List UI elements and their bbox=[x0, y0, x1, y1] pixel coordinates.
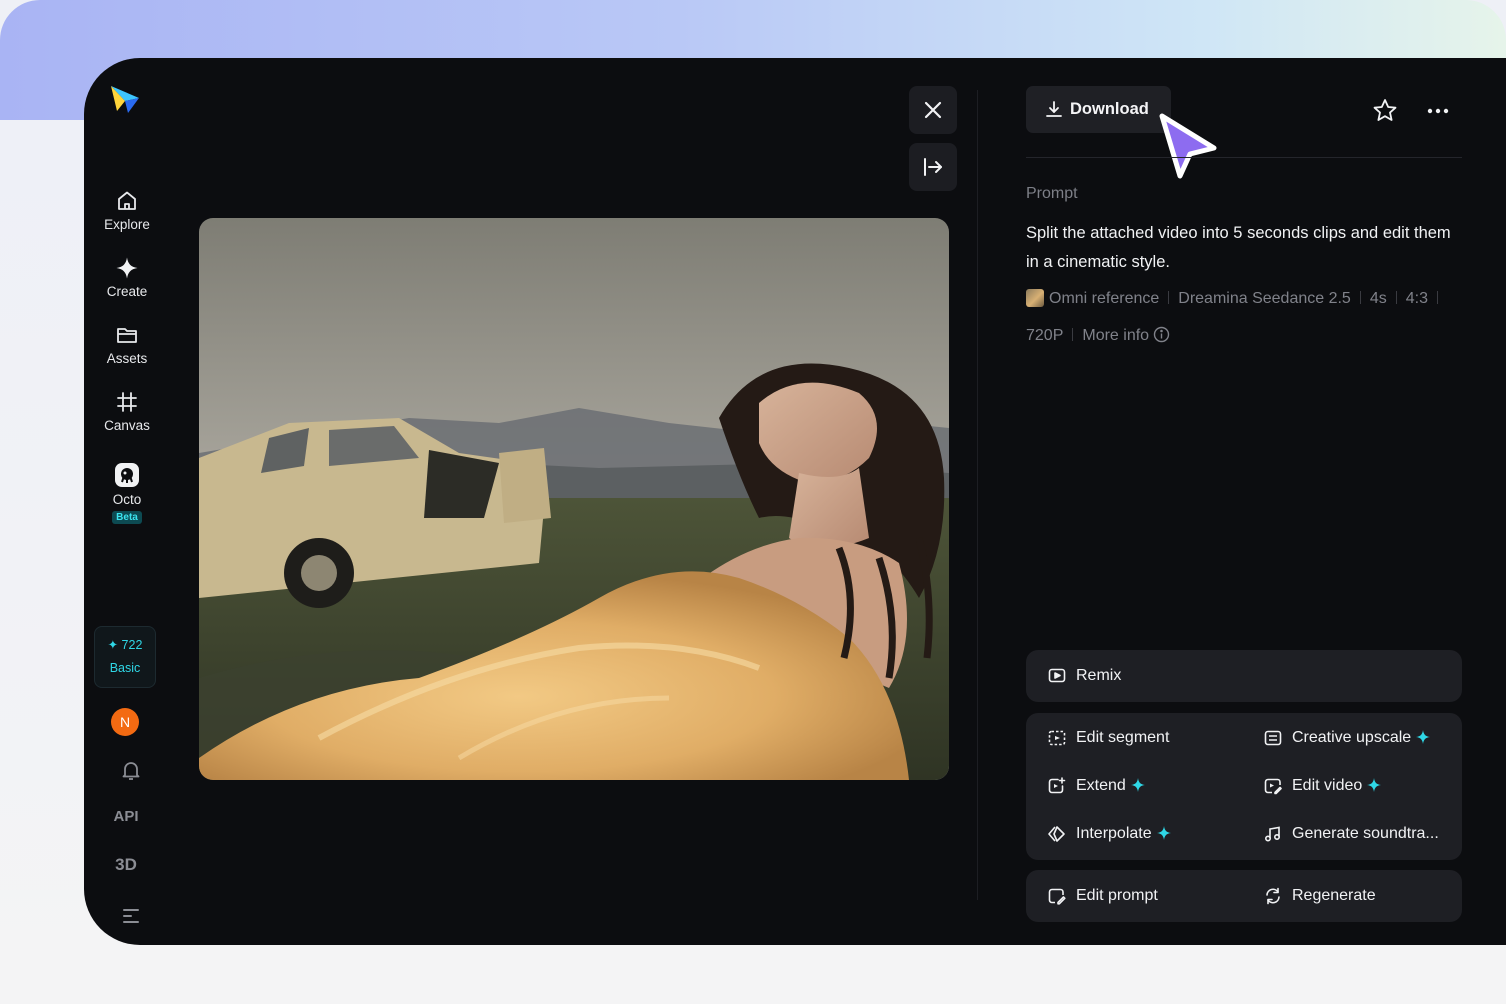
octo-icon bbox=[115, 463, 139, 487]
upscale-hd-icon bbox=[1264, 730, 1282, 746]
menu-icon[interactable] bbox=[113, 903, 149, 927]
download-button[interactable]: Download bbox=[1026, 86, 1171, 133]
download-label: Download bbox=[1070, 100, 1149, 118]
sidebar-item-canvas[interactable]: Canvas bbox=[84, 390, 170, 433]
tools-panel: Edit segment Creative upscale Extend Edi… bbox=[1026, 713, 1462, 860]
beta-badge: Beta bbox=[112, 511, 142, 524]
sidebar-item-create[interactable]: Create bbox=[84, 256, 170, 299]
edit-segment-label: Edit segment bbox=[1076, 729, 1170, 746]
interpolate-icon bbox=[1048, 826, 1065, 842]
creative-upscale-label: Creative upscale bbox=[1292, 728, 1431, 748]
prompt-label: Prompt bbox=[1026, 185, 1078, 202]
edit-prompt-icon bbox=[1048, 888, 1066, 905]
close-icon bbox=[924, 101, 942, 119]
more-info-link[interactable]: More info bbox=[1082, 327, 1149, 344]
sidebar-item-label: Octo bbox=[112, 492, 142, 507]
resolution-label: 720P bbox=[1026, 327, 1064, 344]
favorite-star-icon[interactable] bbox=[1370, 96, 1400, 126]
close-button[interactable] bbox=[909, 86, 957, 134]
avatar[interactable]: N bbox=[111, 708, 139, 736]
credits-badge[interactable]: ✦ 722 Basic bbox=[94, 626, 156, 688]
sparkle-icon bbox=[116, 257, 138, 279]
api-link[interactable]: API bbox=[108, 808, 144, 825]
remix-icon bbox=[1048, 668, 1066, 683]
reference-label: Omni reference bbox=[1049, 290, 1160, 307]
extend-icon bbox=[1048, 777, 1066, 794]
plan-label: Basic bbox=[109, 661, 141, 675]
premium-sparkle-icon bbox=[1367, 778, 1382, 792]
sidebar: Explore Create Assets Canvas Octo Beta ✦… bbox=[84, 58, 170, 945]
reference-thumbnail bbox=[1026, 289, 1044, 307]
panel-divider bbox=[977, 90, 978, 900]
credit-sparkle-icon: ✦ bbox=[107, 638, 119, 652]
duration-label: 4s bbox=[1369, 290, 1387, 307]
generation-meta-row: Omni reference Dreamina Seedance 2.5 4s 4:3 bbox=[1026, 289, 1447, 309]
folder-icon bbox=[117, 328, 137, 343]
prompt-actions-panel: Edit prompt Regenerate bbox=[1026, 870, 1462, 922]
app-window: Explore Create Assets Canvas Octo Beta ✦… bbox=[84, 58, 1506, 945]
sidebar-item-explore[interactable]: Explore bbox=[84, 189, 170, 232]
sidebar-item-label: Canvas bbox=[104, 418, 150, 433]
extend-label: Extend bbox=[1076, 776, 1145, 796]
remix-label: Remix bbox=[1076, 667, 1122, 684]
regenerate-label: Regenerate bbox=[1292, 887, 1376, 904]
more-options-icon[interactable] bbox=[1422, 96, 1454, 126]
premium-sparkle-icon bbox=[1156, 826, 1171, 840]
mouse-cursor-icon bbox=[1159, 113, 1217, 179]
bell-icon[interactable] bbox=[113, 758, 149, 782]
premium-sparkle-icon bbox=[1416, 730, 1431, 744]
model-label: Dreamina Seedance 2.5 bbox=[1178, 290, 1351, 307]
ratio-label: 4:3 bbox=[1405, 290, 1428, 307]
collapse-panel-button[interactable] bbox=[909, 143, 957, 191]
home-icon bbox=[118, 191, 136, 210]
music-note-icon bbox=[1264, 826, 1281, 842]
sidebar-item-label: Create bbox=[106, 284, 148, 299]
generation-meta-row-2: 720P More info bbox=[1026, 326, 1170, 346]
edit-prompt-label: Edit prompt bbox=[1076, 887, 1158, 904]
3d-link[interactable]: 3D bbox=[108, 855, 144, 875]
collapse-right-icon bbox=[924, 158, 942, 176]
generate-soundtrack-label: Generate soundtra... bbox=[1292, 825, 1439, 842]
edit-video-icon bbox=[1264, 778, 1282, 795]
edit-segment-icon bbox=[1048, 730, 1066, 746]
download-icon bbox=[1046, 101, 1062, 117]
edit-video-label: Edit video bbox=[1292, 776, 1382, 796]
remix-panel: Remix bbox=[1026, 650, 1462, 702]
generated-video-preview[interactable] bbox=[199, 218, 949, 780]
sidebar-item-octo[interactable]: Octo Beta bbox=[84, 462, 170, 524]
sidebar-item-label: Assets bbox=[106, 351, 148, 366]
app-logo[interactable] bbox=[108, 82, 142, 116]
header-divider bbox=[1026, 157, 1462, 158]
prompt-text: Split the attached video into 5 seconds … bbox=[1026, 224, 1451, 271]
sidebar-item-assets[interactable]: Assets bbox=[84, 323, 170, 366]
regenerate-icon bbox=[1266, 887, 1280, 905]
sidebar-item-label: Explore bbox=[104, 217, 150, 232]
info-icon[interactable] bbox=[1153, 326, 1170, 343]
canvas-icon bbox=[117, 392, 137, 412]
premium-sparkle-icon bbox=[1130, 778, 1145, 792]
interpolate-label: Interpolate bbox=[1076, 824, 1171, 844]
credit-count: 722 bbox=[121, 638, 143, 652]
